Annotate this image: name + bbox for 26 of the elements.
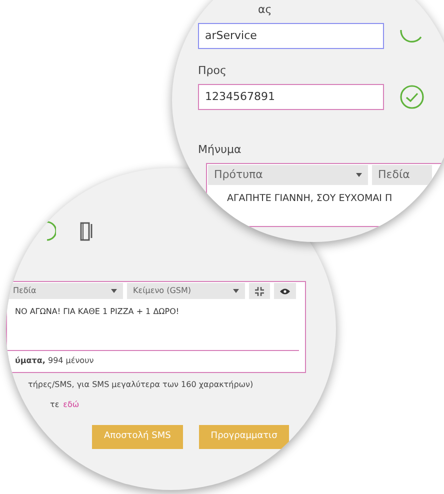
field-label: Προς <box>198 63 228 79</box>
eye-icon <box>280 288 290 294</box>
text-field[interactable]: arService <box>198 22 384 49</box>
collapse-icon <box>255 286 264 296</box>
message-text: ΑΓΑΠΗΤΕ ΓΙΑΝΝΗ, ΣΟΥ ΕΥΧΟΜΑΙ Π <box>226 192 394 206</box>
dropdown[interactable]: Κείμενο (GSM) <box>127 283 245 299</box>
notebook-icon[interactable] <box>80 222 93 240</box>
character-counter: ύματα, 994 μένουν <box>14 355 95 367</box>
dropdown[interactable]: Πρότυπα <box>208 164 368 185</box>
help-link[interactable]: εδώ <box>63 399 80 411</box>
text-field[interactable]: 1234567891 <box>198 84 384 110</box>
dropdown[interactable]: Πεδία <box>7 283 123 299</box>
message-text: ΝΟ ΑΓΩΝΑ! ΓΙΑ ΚΑΘΕ 1 PIZZA + 1 ΔΩΡΟ! <box>14 306 180 318</box>
info-text: τήρες/SMS, για SMS μεγαλύτερα των 160 χαρακτήρων) <box>28 380 254 389</box>
field-label: Μήνυμα <box>198 142 242 158</box>
caret-icon <box>356 172 362 177</box>
fullscreen-button[interactable] <box>249 283 270 299</box>
dropdown[interactable]: Πεδία <box>372 164 432 185</box>
status-arc-icon <box>400 28 422 43</box>
preview-button[interactable] <box>274 283 296 299</box>
status-arc-icon <box>46 221 56 241</box>
check-circle-icon <box>400 84 424 109</box>
caret-icon <box>111 289 117 293</box>
field-label: ας <box>258 2 273 18</box>
help-text: τε <box>50 399 60 411</box>
caret-icon <box>233 289 239 293</box>
